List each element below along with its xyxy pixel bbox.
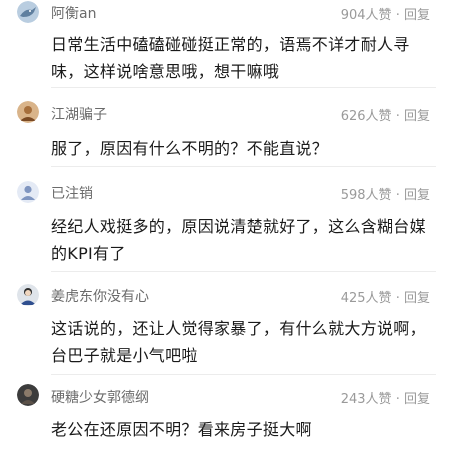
avatar-default-icon[interactable]	[17, 181, 39, 203]
comment-list: 阿衡an 904人赞 · 回复 日常生活中磕磕碰碰挺正常的，语焉不详才耐人寻味，…	[0, 0, 450, 462]
like-count[interactable]: 425人赞	[341, 291, 392, 306]
comment-text: 服了，原因有什么不明的？不能直说？	[51, 139, 329, 158]
avatar-person-icon[interactable]	[17, 284, 39, 306]
comment-username[interactable]: 硬糖少女郭德纲	[51, 387, 149, 407]
avatar-dark-icon[interactable]	[17, 384, 39, 406]
divider	[51, 271, 436, 272]
comment-meta: 626人赞 · 回复	[341, 105, 430, 124]
like-count[interactable]: 598人赞	[341, 188, 392, 203]
separator-dot: ·	[395, 8, 400, 23]
reply-button[interactable]: 回复	[404, 8, 430, 23]
reply-button[interactable]: 回复	[404, 188, 430, 203]
comment-username[interactable]: 已注销	[51, 183, 93, 203]
comment-meta: 425人赞 · 回复	[341, 287, 430, 306]
reply-button[interactable]: 回复	[404, 109, 430, 124]
like-count[interactable]: 626人赞	[341, 109, 392, 124]
separator-dot: ·	[395, 291, 400, 306]
comment-text: 经纪人戏挺多的，原因说清楚就好了，这么含糊台媒的KPI有了	[51, 217, 426, 263]
separator-dot: ·	[395, 188, 400, 203]
comment-meta: 904人赞 · 回复	[341, 4, 430, 23]
divider	[51, 374, 436, 375]
separator-dot: ·	[395, 109, 400, 124]
comment-text: 老公在还原因不明？看来房子挺大啊	[51, 420, 312, 439]
divider	[51, 87, 436, 88]
comment-text: 这话说的，还让人觉得家暴了，有什么就大方说啊，台巴子就是小气吧啦	[51, 319, 426, 365]
comment-meta: 598人赞 · 回复	[341, 184, 430, 203]
avatar-photo-icon[interactable]	[17, 101, 39, 123]
separator-dot: ·	[395, 392, 400, 407]
reply-button[interactable]: 回复	[404, 291, 430, 306]
like-count[interactable]: 243人赞	[341, 392, 392, 407]
comment-meta: 243人赞 · 回复	[341, 388, 430, 407]
divider	[51, 166, 436, 167]
avatar-shark-icon[interactable]	[17, 1, 39, 23]
comment-username[interactable]: 阿衡an	[51, 3, 96, 23]
comment-username[interactable]: 江湖骗子	[51, 104, 107, 124]
like-count[interactable]: 904人赞	[341, 8, 392, 23]
comment-text: 日常生活中磕磕碰碰挺正常的，语焉不详才耐人寻味，这样说啥意思哦，想干嘛哦	[51, 35, 410, 81]
reply-button[interactable]: 回复	[404, 392, 430, 407]
comment-username[interactable]: 姜虎东你没有心	[51, 286, 149, 306]
